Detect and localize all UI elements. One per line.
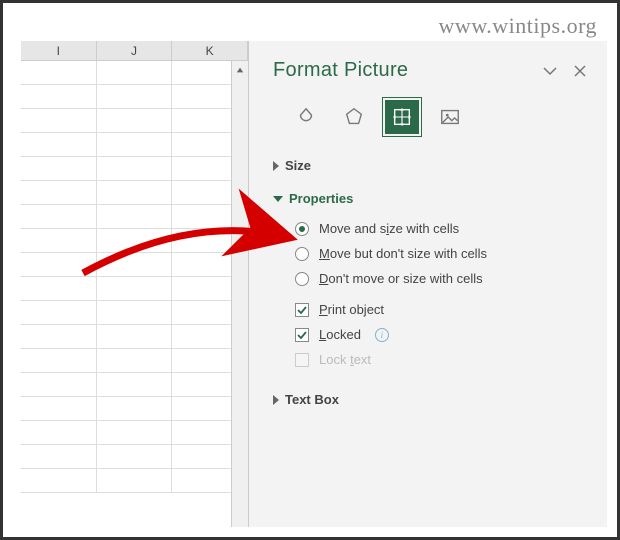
- cell[interactable]: [97, 445, 173, 468]
- section-properties-header[interactable]: Properties: [273, 185, 587, 212]
- cell[interactable]: [97, 397, 173, 420]
- check-lock-text: Lock text: [295, 347, 587, 372]
- cell[interactable]: [21, 181, 97, 204]
- checkbox-icon: [295, 353, 309, 367]
- radio-move-and-size[interactable]: Move and size with cells: [295, 216, 587, 241]
- col-header-i[interactable]: I: [21, 41, 97, 60]
- checkbox-label: Locked: [319, 327, 361, 342]
- cell[interactable]: [21, 85, 97, 108]
- radio-label: Don't move or size with cells: [319, 271, 483, 286]
- watermark: www.wintips.org: [439, 13, 597, 39]
- tab-size-properties[interactable]: [385, 100, 419, 134]
- cell[interactable]: [97, 229, 173, 252]
- col-header-j[interactable]: J: [97, 41, 173, 60]
- checkbox-icon: [295, 328, 309, 342]
- col-header-k[interactable]: K: [172, 41, 248, 60]
- cell[interactable]: [21, 397, 97, 420]
- cell[interactable]: [97, 421, 173, 444]
- cell[interactable]: [21, 133, 97, 156]
- expand-icon: [273, 161, 279, 171]
- cell[interactable]: [21, 325, 97, 348]
- cell[interactable]: [97, 133, 173, 156]
- cell[interactable]: [21, 301, 97, 324]
- cell[interactable]: [97, 349, 173, 372]
- tab-effects[interactable]: [337, 100, 371, 134]
- scroll-up-button[interactable]: [232, 61, 248, 78]
- section-size-label: Size: [285, 158, 311, 173]
- cell[interactable]: [21, 445, 97, 468]
- cell[interactable]: [97, 277, 173, 300]
- cell[interactable]: [21, 349, 97, 372]
- cell[interactable]: [97, 253, 173, 276]
- cell[interactable]: [97, 325, 173, 348]
- info-icon[interactable]: i: [375, 328, 389, 342]
- cell[interactable]: [21, 229, 97, 252]
- cell[interactable]: [21, 157, 97, 180]
- cell[interactable]: [97, 301, 173, 324]
- radio-icon: [295, 272, 309, 286]
- checkbox-icon: [295, 303, 309, 317]
- cell[interactable]: [21, 61, 97, 84]
- cell[interactable]: [97, 205, 173, 228]
- panel-title: Format Picture: [273, 59, 408, 82]
- radio-icon: [295, 222, 309, 236]
- cell[interactable]: [97, 469, 173, 492]
- check-locked[interactable]: Locked i: [295, 322, 587, 347]
- expand-icon: [273, 395, 279, 405]
- cell[interactable]: [21, 373, 97, 396]
- cell[interactable]: [97, 61, 173, 84]
- section-size-header[interactable]: Size: [273, 152, 587, 179]
- collapse-icon: [273, 196, 283, 202]
- cell[interactable]: [21, 421, 97, 444]
- radio-label: Move and size with cells: [319, 221, 459, 236]
- check-print-object[interactable]: Print object: [295, 297, 587, 322]
- checkbox-label: Lock text: [319, 352, 371, 367]
- cell[interactable]: [21, 469, 97, 492]
- panel-options-icon[interactable]: [543, 64, 557, 78]
- radio-icon: [295, 247, 309, 261]
- format-picture-panel: Format Picture: [249, 41, 607, 527]
- radio-move-no-size[interactable]: Move but don't size with cells: [295, 241, 587, 266]
- section-textbox-header[interactable]: Text Box: [273, 386, 587, 413]
- cell[interactable]: [97, 85, 173, 108]
- radio-dont-move-size[interactable]: Don't move or size with cells: [295, 266, 587, 291]
- radio-label: Move but don't size with cells: [319, 246, 487, 261]
- spreadsheet-grid: I J K: [21, 41, 249, 527]
- tab-fill-line[interactable]: [289, 100, 323, 134]
- cell[interactable]: [21, 109, 97, 132]
- cell[interactable]: [21, 205, 97, 228]
- cell[interactable]: [21, 277, 97, 300]
- checkbox-label: Print object: [319, 302, 384, 317]
- cell[interactable]: [21, 253, 97, 276]
- column-headers: I J K: [21, 41, 248, 61]
- tab-picture[interactable]: [433, 100, 467, 134]
- section-textbox-label: Text Box: [285, 392, 339, 407]
- cell[interactable]: [97, 373, 173, 396]
- section-properties-label: Properties: [289, 191, 353, 206]
- cell[interactable]: [97, 181, 173, 204]
- cell[interactable]: [97, 157, 173, 180]
- scrollbar-vertical[interactable]: [231, 61, 248, 527]
- close-icon[interactable]: [573, 64, 587, 78]
- cell[interactable]: [97, 109, 173, 132]
